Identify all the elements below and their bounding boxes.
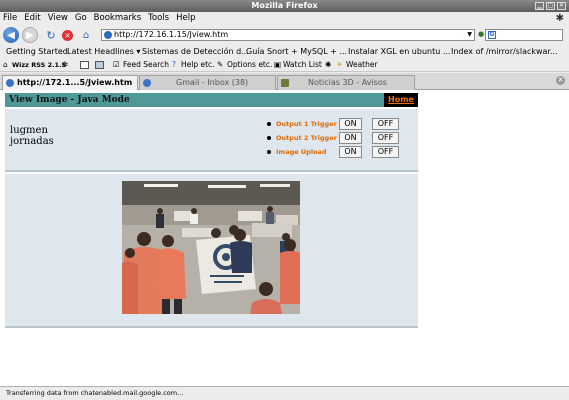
home-button[interactable]: ⌂ [80,27,92,43]
tab-globe-icon [143,79,151,87]
home-link[interactable]: Home [384,93,418,107]
menu-bar: File Edit View Go Bookmarks Tools Help ✱ [0,12,569,25]
tab-label: Noticias 3D - Avisos [308,78,387,87]
menu-help[interactable]: Help [176,12,195,25]
menu-edit[interactable]: Edit [24,12,40,25]
name-line: lugmen [10,125,48,136]
control-panel: lugmen jornadas Output 1 Trigger ON OFF … [5,109,418,172]
reload-button[interactable]: ↻ [45,27,57,43]
control-label: Output 2 Trigger [276,134,337,142]
tab-strip: http://172.1...5/Jview.htm Gmail - Inbox… [0,73,569,90]
weather-button[interactable]: Weather [346,58,378,72]
watch-list-icon[interactable]: ▣ [274,58,281,72]
tab-label: Gmail - Inbox (38) [176,78,249,87]
web-content: View Image - Java Mode Home lugmen jorna… [0,90,569,386]
control-label: Output 1 Trigger [276,120,337,128]
image-upload-off-button[interactable]: OFF [372,146,399,158]
output2-off-button[interactable]: OFF [372,132,399,144]
tab-site-icon [281,79,289,87]
page-title: View Image - Java Mode [9,95,130,105]
stop-button[interactable]: ✕ [62,30,73,41]
wizz-rss-logo: Wizz RSS 2.1.5 [12,61,67,69]
menu-view[interactable]: View [48,12,68,25]
tab-noticias[interactable]: Noticias 3D - Avisos [277,75,415,90]
help-button[interactable]: Help etc. [181,58,215,72]
url-dropdown-icon[interactable]: ▼ [467,30,472,40]
close-window-button[interactable]: ✕ [557,2,566,10]
status-text: Transferring data from chatenabled.mail.… [6,389,184,397]
wizz-rss-toolbar: ⌂ Wizz RSS 2.1.5 ✲ ☑ Feed Search ? Help … [0,58,569,72]
camera-panel [5,174,418,328]
image-upload-on-button[interactable]: ON [339,146,362,158]
bookmark-item[interactable]: Sistemas de Detección d... [142,45,249,58]
output2-on-button[interactable]: ON [339,132,362,144]
control-row-output2: Output 2 Trigger ON OFF [267,132,417,145]
bookmark-item[interactable]: Instalar XGL en ubuntu ... [348,45,450,58]
menu-tools[interactable]: Tools [148,12,169,25]
url-bar[interactable]: http://172.16.1.15/Jview.htm ▼ [101,29,475,41]
help-icon[interactable]: ? [172,58,176,72]
feed-search-icon[interactable]: ☑ [113,58,120,72]
window-title: Mozilla Firefox [251,1,318,10]
tab-globe-icon [6,79,14,87]
url-text: http://172.16.1.15/Jview.htm [114,30,229,39]
go-button[interactable]: ● [478,30,484,38]
navigation-toolbar: ◀ ▶ ↻ ✕ ⌂ http://172.16.1.15/Jview.htm ▼… [0,25,569,45]
menu-bookmarks[interactable]: Bookmarks [94,12,142,25]
weather-sun-icon[interactable]: ☀ [336,58,343,72]
control-label: Image Upload [276,148,327,156]
wizz-home-icon[interactable]: ⌂ [3,58,8,72]
close-tab-icon[interactable]: ✕ [556,76,565,85]
feed-search-button[interactable]: Feed Search [123,58,169,72]
bookmarks-toolbar: Getting Started Latest Headlines ▾ Siste… [0,45,569,58]
maximize-button[interactable]: ▢ [546,2,555,10]
menu-go[interactable]: Go [75,12,87,25]
menu-file[interactable]: File [3,12,17,25]
window-titlebar: Mozilla Firefox ▁ ▢ ✕ [0,0,569,12]
control-row-output1: Output 1 Trigger ON OFF [267,118,417,131]
bookmark-item[interactable]: Getting Started [6,45,68,58]
watch-list-button[interactable]: Watch List [283,58,322,72]
bullet-icon [267,150,271,154]
status-bar: Transferring data from chatenabled.mail.… [0,386,569,400]
site-icon [104,31,112,39]
tab-gmail[interactable]: Gmail - Inbox (38) [139,75,276,90]
search-input[interactable]: G [485,29,563,41]
options-button[interactable]: Options etc. [227,58,272,72]
wizz-window-icon[interactable] [95,61,104,69]
bookmark-item[interactable]: Latest Headlines ▾ [67,45,140,58]
page-header: View Image - Java Mode Home [5,93,418,107]
tab-label: http://172.1...5/Jview.htm [17,78,133,87]
minimize-button[interactable]: ▁ [535,2,544,10]
bookmark-item[interactable]: Index of /mirror/slackwar... [451,45,558,58]
google-search-icon[interactable]: G [488,31,496,39]
tab-jview[interactable]: http://172.1...5/Jview.htm [2,75,138,90]
wizz-panel-icon[interactable] [80,61,89,69]
wizz-refresh-icon[interactable]: ✲ [62,58,68,72]
forward-button[interactable]: ▶ [22,27,38,43]
bullet-icon [267,122,271,126]
camera-names: lugmen jornadas [10,125,54,147]
back-button[interactable]: ◀ [3,27,19,43]
bullet-icon [267,136,271,140]
output1-on-button[interactable]: ON [339,118,362,130]
output1-off-button[interactable]: OFF [372,118,399,130]
settings-gear-icon[interactable]: ✺ [325,58,331,72]
camera-image [122,181,300,314]
activity-throbber-icon: ✱ [555,13,564,24]
control-row-image-upload: Image Upload ON OFF [267,146,417,159]
bookmark-item[interactable]: Guía Snort + MySQL + ... [246,45,347,58]
name-line: jornadas [10,136,54,147]
camera-scene [122,181,300,314]
options-icon[interactable]: ✎ [217,58,223,72]
